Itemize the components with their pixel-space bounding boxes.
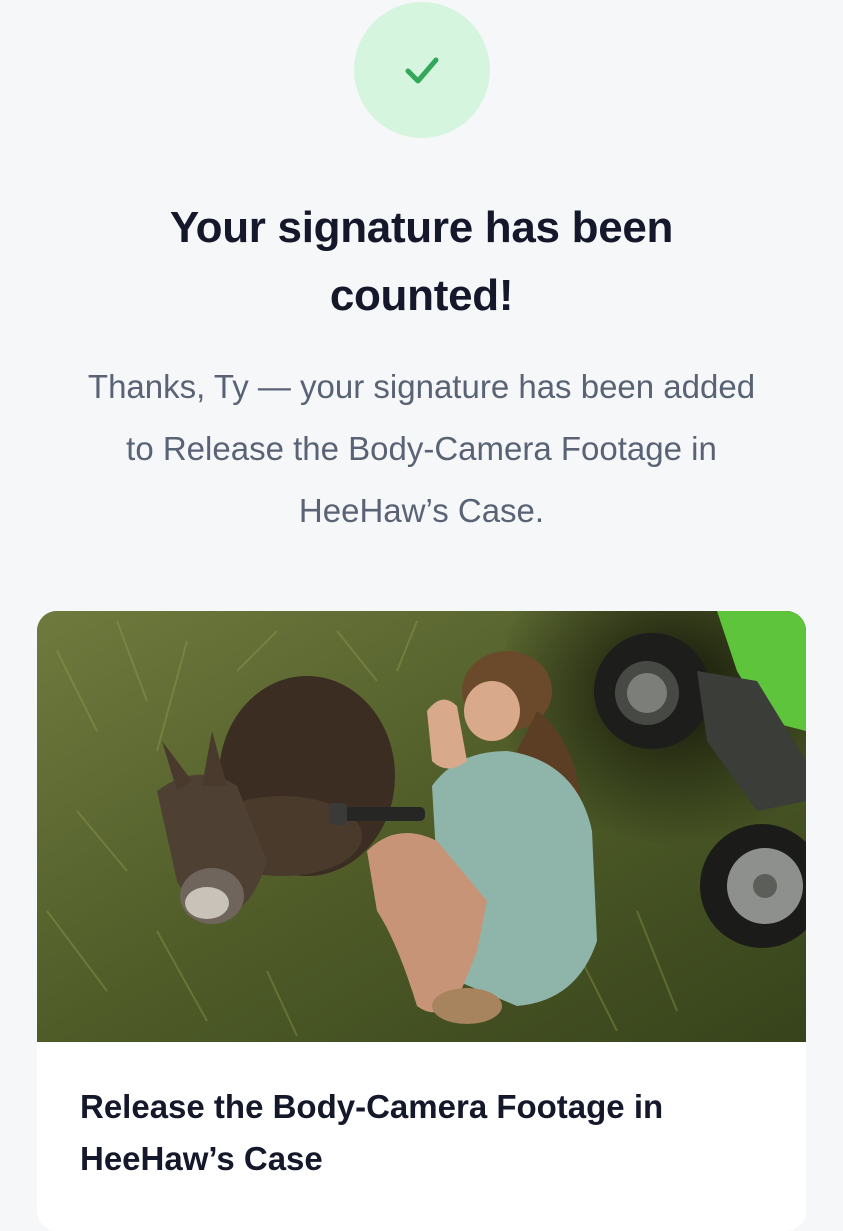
petition-card[interactable]: Release the Body-Camera Footage in HeeHa…: [37, 611, 806, 1231]
success-badge: [354, 2, 490, 138]
confirmation-message: Thanks, Ty — your signature has been add…: [87, 368, 756, 529]
checkmark-icon: [405, 57, 439, 84]
confirmation-title: Your signature has been counted!: [169, 203, 674, 320]
petition-photo[interactable]: [37, 611, 806, 1042]
petition-title[interactable]: Release the Body-Camera Footage in HeeHa…: [80, 1081, 780, 1185]
